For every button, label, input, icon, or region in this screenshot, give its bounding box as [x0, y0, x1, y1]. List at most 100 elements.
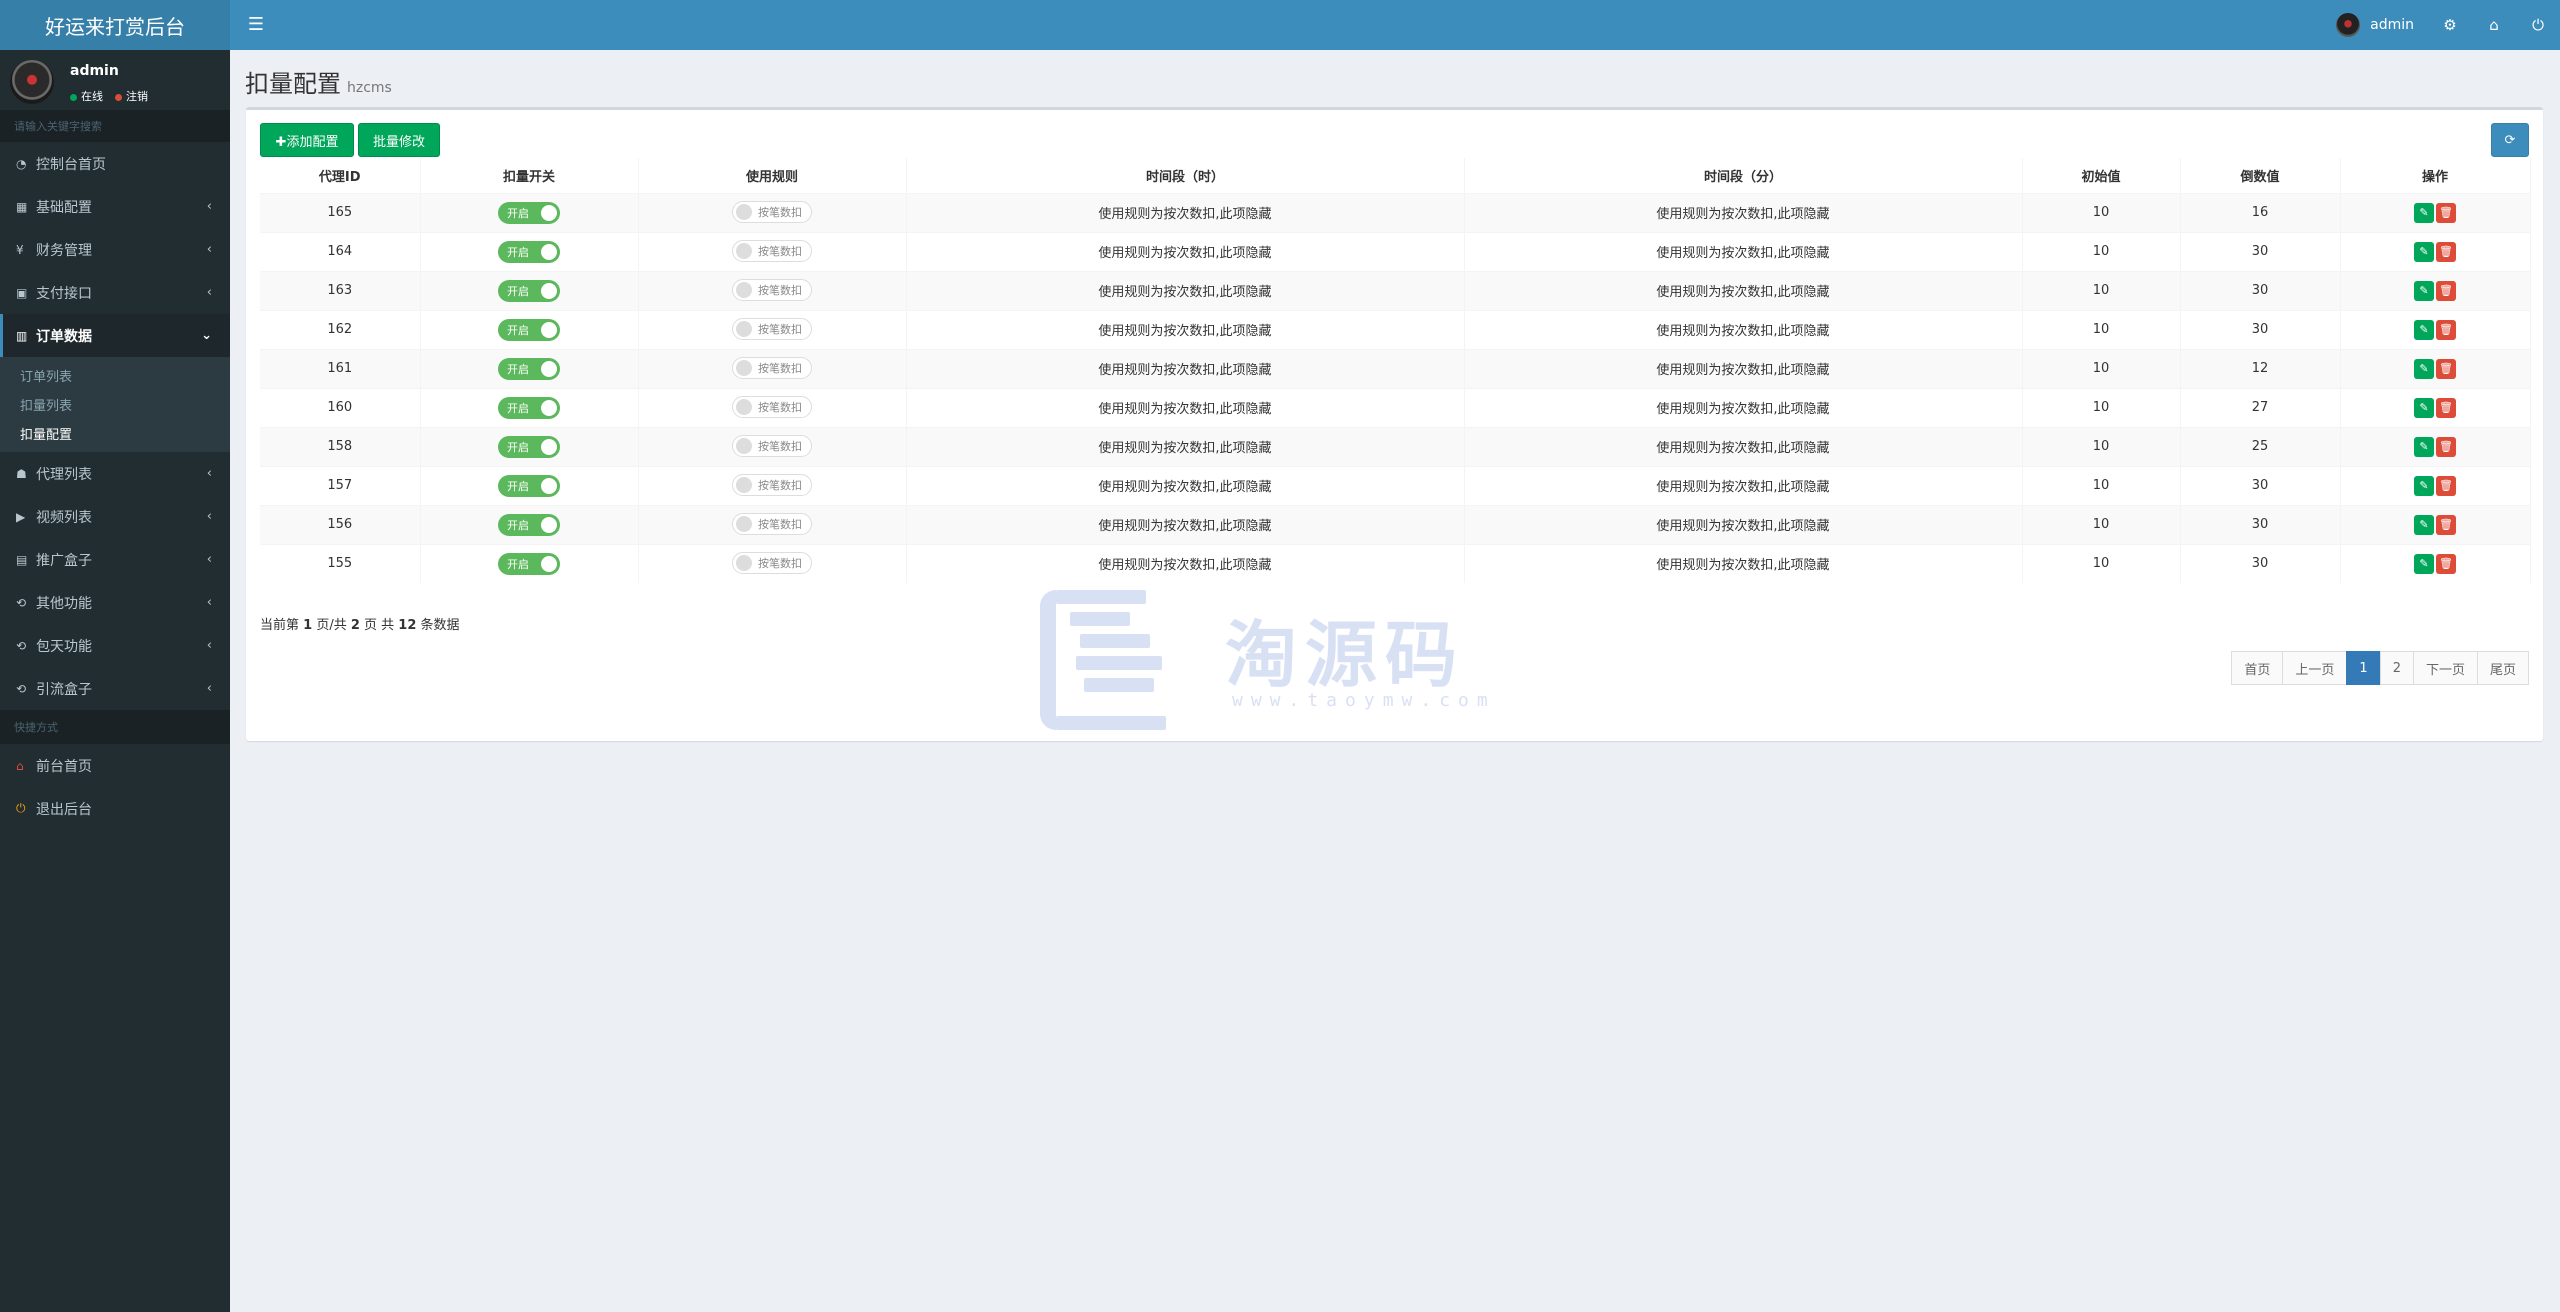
deduct-toggle[interactable]: 开启 — [498, 279, 560, 302]
sidebar-item-basic-config[interactable]: ▦ 基础配置 ‹ — [0, 185, 230, 228]
deduct-toggle[interactable]: 开启 — [498, 240, 560, 263]
deduct-toggle[interactable]: 开启 — [498, 201, 560, 224]
cell-agent-id: 157 — [260, 465, 421, 505]
edit-button[interactable]: ✎ — [2414, 358, 2434, 379]
col-rule[interactable]: 使用规则 — [638, 158, 907, 194]
delete-button[interactable]: 🗑 — [2436, 241, 2456, 262]
cell-countdown: 30 — [2180, 465, 2341, 505]
rule-toggle[interactable]: 按笔数扣 — [732, 240, 812, 262]
edit-button[interactable]: ✎ — [2414, 202, 2434, 223]
cell-rule: 按笔数扣 — [638, 309, 907, 349]
sidebar-item-finance[interactable]: ¥ 财务管理 ‹ — [0, 228, 230, 271]
table-row: 162 开启 按笔数扣 使用规则为按次数扣,此项隐藏 使用规则为按次数扣,此项隐藏 10 3… — [260, 309, 2531, 349]
cell-actions: ✎ 🗑 — [2340, 192, 2531, 232]
top-navbar: ☰ admin ⚙ ⌂ ⏻ — [230, 0, 2560, 50]
delete-button[interactable]: 🗑 — [2436, 436, 2456, 457]
rule-toggle[interactable]: 按笔数扣 — [732, 357, 812, 379]
delete-button[interactable]: 🗑 — [2436, 319, 2456, 340]
delete-button[interactable]: 🗑 — [2436, 475, 2456, 496]
toggle-knob — [541, 282, 557, 299]
rule-toggle[interactable]: 按笔数扣 — [732, 474, 812, 496]
rule-toggle[interactable]: 按笔数扣 — [732, 396, 812, 418]
page-last[interactable]: 尾页 — [2476, 651, 2529, 685]
pencil-icon: ✎ — [2419, 401, 2429, 414]
page-1[interactable]: 1 — [2346, 651, 2381, 685]
sidebar-item-agent-list[interactable]: ☗ 代理列表 ‹ — [0, 452, 230, 495]
submenu-order-list[interactable]: 订单列表 — [0, 361, 230, 390]
sidebar-item-logout[interactable]: ⏻ 退出后台 — [0, 787, 230, 830]
sidebar-item-frontend-home[interactable]: ⌂ 前台首页 — [0, 744, 230, 787]
delete-button[interactable]: 🗑 — [2436, 397, 2456, 418]
edit-button[interactable]: ✎ — [2414, 319, 2434, 340]
refresh-button[interactable]: ⟳ — [2491, 123, 2529, 157]
sidebar-item-video-list[interactable]: ▶ 视频列表 ‹ — [0, 495, 230, 538]
navbar-user-menu[interactable]: admin — [2322, 0, 2428, 50]
cell-time-minute: 使用规则为按次数扣,此项隐藏 — [1464, 348, 2023, 388]
retweet-icon: ⟲ — [16, 681, 27, 696]
add-config-button[interactable]: ✚添加配置 — [260, 123, 354, 157]
home-icon[interactable]: ⌂ — [2472, 0, 2516, 50]
cell-countdown: 30 — [2180, 231, 2341, 271]
deduct-toggle[interactable]: 开启 — [498, 357, 560, 380]
chevron-left-icon: ‹ — [206, 242, 212, 257]
rule-toggle[interactable]: 按笔数扣 — [732, 201, 812, 223]
cell-actions: ✎ 🗑 — [2340, 309, 2531, 349]
deduct-toggle[interactable]: 开启 — [498, 318, 560, 341]
col-time-minute[interactable]: 时间段（分） — [1464, 158, 2023, 194]
sidebar-item-daily-package[interactable]: ⟲ 包天功能 ‹ — [0, 624, 230, 667]
rule-toggle[interactable]: 按笔数扣 — [732, 513, 812, 535]
deduct-toggle[interactable]: 开启 — [498, 552, 560, 575]
chevron-left-icon: ‹ — [206, 595, 212, 610]
cogs-icon[interactable]: ⚙ — [2428, 0, 2472, 50]
bar-chart-icon: ▥ — [16, 328, 28, 343]
rule-toggle[interactable]: 按笔数扣 — [732, 552, 812, 575]
delete-button[interactable]: 🗑 — [2436, 553, 2456, 574]
sidebar-item-promo-box[interactable]: ▤ 推广盒子 ‹ — [0, 538, 230, 581]
cell-initial: 10 — [2022, 426, 2181, 466]
edit-button[interactable]: ✎ — [2414, 280, 2434, 301]
app-logo[interactable]: 好运来打赏后台 — [0, 0, 230, 50]
sidebar-item-dashboard[interactable]: ◔ 控制台首页 — [0, 142, 230, 185]
col-initial[interactable]: 初始值 — [2022, 158, 2181, 194]
sidebar-search[interactable]: 请输入关键字搜索 — [0, 110, 230, 142]
submenu-deduct-list[interactable]: 扣量列表 — [0, 390, 230, 419]
logout-link[interactable]: 注销 — [115, 88, 148, 104]
delete-button[interactable]: 🗑 — [2436, 514, 2456, 535]
sidebar-item-payment[interactable]: ▣ 支付接口 ‹ — [0, 271, 230, 314]
pagination: 首页 上一页 1 2 下一页 尾页 — [2231, 651, 2529, 685]
check-square-icon: ▣ — [16, 285, 28, 300]
sidebar-item-order-data[interactable]: ▥ 订单数据 ⌄ — [0, 314, 230, 357]
power-icon[interactable]: ⏻ — [2516, 0, 2560, 50]
submenu-deduct-config[interactable]: 扣量配置 — [0, 419, 230, 448]
edit-button[interactable]: ✎ — [2414, 241, 2434, 262]
batch-edit-button[interactable]: 批量修改 — [358, 123, 440, 157]
deduct-toggle[interactable]: 开启 — [498, 513, 560, 536]
edit-button[interactable]: ✎ — [2414, 397, 2434, 418]
page-next[interactable]: 下一页 — [2412, 651, 2478, 685]
delete-button[interactable]: 🗑 — [2436, 280, 2456, 301]
rule-toggle[interactable]: 按笔数扣 — [732, 435, 812, 457]
rule-toggle[interactable]: 按笔数扣 — [732, 279, 812, 301]
page-prev[interactable]: 上一页 — [2282, 651, 2348, 685]
col-countdown[interactable]: 倒数值 — [2180, 158, 2341, 194]
sidebar-item-other-functions[interactable]: ⟲ 其他功能 ‹ — [0, 581, 230, 624]
rule-toggle[interactable]: 按笔数扣 — [732, 318, 812, 340]
col-agent-id[interactable]: 代理ID — [260, 158, 421, 194]
edit-button[interactable]: ✎ — [2414, 436, 2434, 457]
cell-rule: 按笔数扣 — [638, 192, 907, 232]
edit-button[interactable]: ✎ — [2414, 553, 2434, 574]
sidebar-item-traffic-box[interactable]: ⟲ 引流盒子 ‹ — [0, 667, 230, 710]
page-2[interactable]: 2 — [2379, 651, 2414, 685]
deduct-toggle[interactable]: 开启 — [498, 435, 560, 458]
edit-button[interactable]: ✎ — [2414, 475, 2434, 496]
deduct-toggle[interactable]: 开启 — [498, 474, 560, 497]
delete-button[interactable]: 🗑 — [2436, 358, 2456, 379]
page-first[interactable]: 首页 — [2231, 651, 2284, 685]
sidebar: admin 在线 注销 请输入关键字搜索 ◔ 控制台首页 ▦ 基础配置 ‹ ¥ … — [0, 50, 230, 1312]
deduct-toggle[interactable]: 开启 — [498, 396, 560, 419]
col-time-hour[interactable]: 时间段（时） — [906, 158, 1465, 194]
delete-button[interactable]: 🗑 — [2436, 202, 2456, 223]
sidebar-toggle-icon[interactable]: ☰ — [244, 12, 268, 36]
edit-button[interactable]: ✎ — [2414, 514, 2434, 535]
col-deduct-switch[interactable]: 扣量开关 — [420, 158, 639, 194]
